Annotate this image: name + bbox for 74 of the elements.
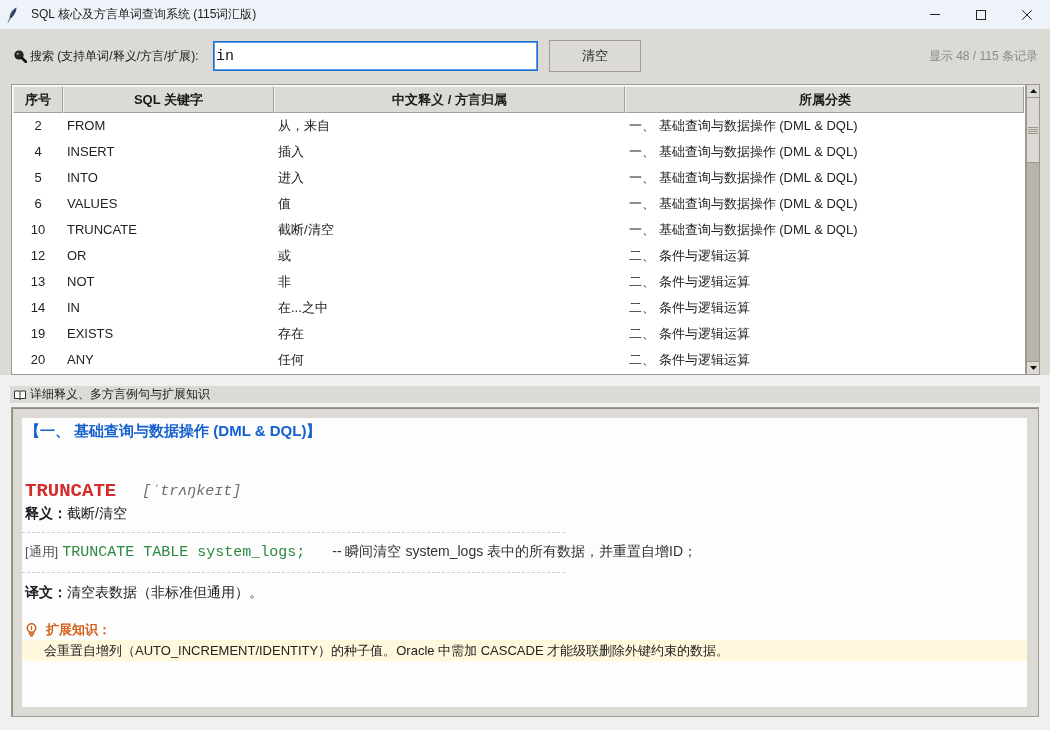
- feather-icon: [7, 6, 17, 23]
- table-cell-text: 二、 条件与逻辑运算: [628, 325, 751, 343]
- lightbulb-icon: [26, 623, 37, 637]
- table-cell-text: 二、 条件与逻辑运算: [628, 273, 751, 291]
- table-cell-text: 或: [277, 247, 292, 265]
- table-cell-text: IN: [66, 299, 81, 317]
- phonetic-text: [ˈtrʌŋkeɪt]: [142, 482, 242, 500]
- table-cell-text: 存在: [277, 325, 305, 343]
- table-cell-text: NOT: [66, 273, 96, 291]
- table-cell-text: ANY: [66, 351, 95, 369]
- close-icon: [1022, 9, 1032, 20]
- table-cell-text: 一、 基础查询与数据操作 (DML & DQL): [628, 117, 859, 135]
- table-cell-text: 一、 基础查询与数据操作 (DML & DQL): [628, 169, 859, 187]
- table-cell-text: 10: [29, 221, 47, 239]
- table-cell-text: 一、 基础查询与数据操作 (DML & DQL): [628, 143, 859, 161]
- table-cell-text: 一、 基础查询与数据操作 (DML & DQL): [628, 221, 859, 239]
- scroll-down-button[interactable]: [1027, 361, 1039, 374]
- translation-text: 译文：清空表数据（非标准但通用）。: [25, 583, 264, 602]
- extension-note: 会重置自增列（AUTO_INCREMENT/IDENTITY）的种子值。Oracle 中需加 CASCADE 才能级联删除外键约束的数据。: [22, 640, 1027, 661]
- table-cell-text: INTO: [66, 169, 99, 187]
- table-cell-text: EXISTS: [66, 325, 115, 343]
- column-header[interactable]: 所属分类: [625, 86, 1024, 113]
- up-triangle-icon: [1029, 89, 1037, 93]
- table-cell-text: 非: [277, 273, 292, 291]
- dialect-tag: [通用]: [25, 543, 59, 561]
- table-cell-text: 值: [277, 195, 292, 213]
- book-icon: [14, 389, 26, 400]
- code-comment: -- 瞬间清空 system_logs 表中的所有数据，并重置自增ID；: [332, 543, 698, 561]
- code-example: TRUNCATE TABLE system_logs;: [62, 543, 306, 561]
- extension-label: 扩展知识：: [46, 621, 111, 639]
- column-header[interactable]: SQL 关键字: [63, 86, 274, 113]
- down-triangle-icon: [1029, 366, 1037, 370]
- search-label: 搜索 (支持单词/释义/方言/扩展):: [30, 47, 200, 65]
- window-title: SQL 核心及方言单词查询系统 (115词汇版): [31, 6, 258, 23]
- table-cell-text: 19: [29, 325, 47, 343]
- scroll-up-button[interactable]: [1027, 85, 1039, 98]
- table-cell-text: 20: [29, 351, 47, 369]
- table-cell-text: 进入: [277, 169, 305, 187]
- table-cell-text: 截断/清空: [277, 221, 335, 239]
- column-header[interactable]: 中文释义 / 方言归属: [274, 86, 625, 113]
- table-cell-text: 在...之中: [277, 299, 329, 317]
- clear-button[interactable]: 清空: [549, 40, 641, 72]
- search-field[interactable]: in: [213, 41, 538, 71]
- scrollbar[interactable]: [1026, 84, 1040, 375]
- minimize-icon: [930, 14, 940, 15]
- keyword-title: TRUNCATE: [25, 480, 117, 502]
- table-cell-text: TRUNCATE: [66, 221, 138, 239]
- table-cell-text: 4: [33, 143, 43, 161]
- search-icon: [14, 49, 27, 63]
- scrollbar-thumb[interactable]: [1027, 98, 1039, 163]
- table-cell-text: VALUES: [66, 195, 119, 213]
- maximize-icon: [976, 9, 986, 20]
- table-cell-text: 任何: [277, 351, 305, 369]
- table-cell-text: 12: [29, 247, 47, 265]
- category-heading: 【一、 基础查询与数据操作 (DML & DQL)】: [25, 421, 323, 441]
- table-cell-text: INSERT: [66, 143, 116, 161]
- table-cell-text: 13: [29, 273, 47, 291]
- table-cell-text: 二、 条件与逻辑运算: [628, 299, 751, 317]
- table-cell-text: 一、 基础查询与数据操作 (DML & DQL): [628, 195, 859, 213]
- table-cell-text: 2: [33, 117, 43, 135]
- table-cell-text: 从，来自: [277, 117, 331, 135]
- table-cell-text: 插入: [277, 143, 305, 161]
- table-cell-text: 6: [33, 195, 43, 213]
- record-count: 显示 48 / 115 条记录: [928, 47, 1038, 65]
- detail-panel-title: 详细释义、多方言例句与扩展知识: [30, 386, 210, 403]
- grip-lines-icon: [1028, 126, 1038, 134]
- table-cell-text: FROM: [66, 117, 107, 135]
- table-cell-text: 二、 条件与逻辑运算: [628, 247, 751, 265]
- table-cell-text: 二、 条件与逻辑运算: [628, 351, 751, 369]
- column-header[interactable]: 序号: [13, 86, 63, 113]
- meaning-text: 释义：截断/清空: [25, 504, 128, 522]
- table-cell-text: 5: [33, 169, 43, 187]
- table-cell-text: OR: [66, 247, 88, 265]
- table-cell-text: 14: [29, 299, 47, 317]
